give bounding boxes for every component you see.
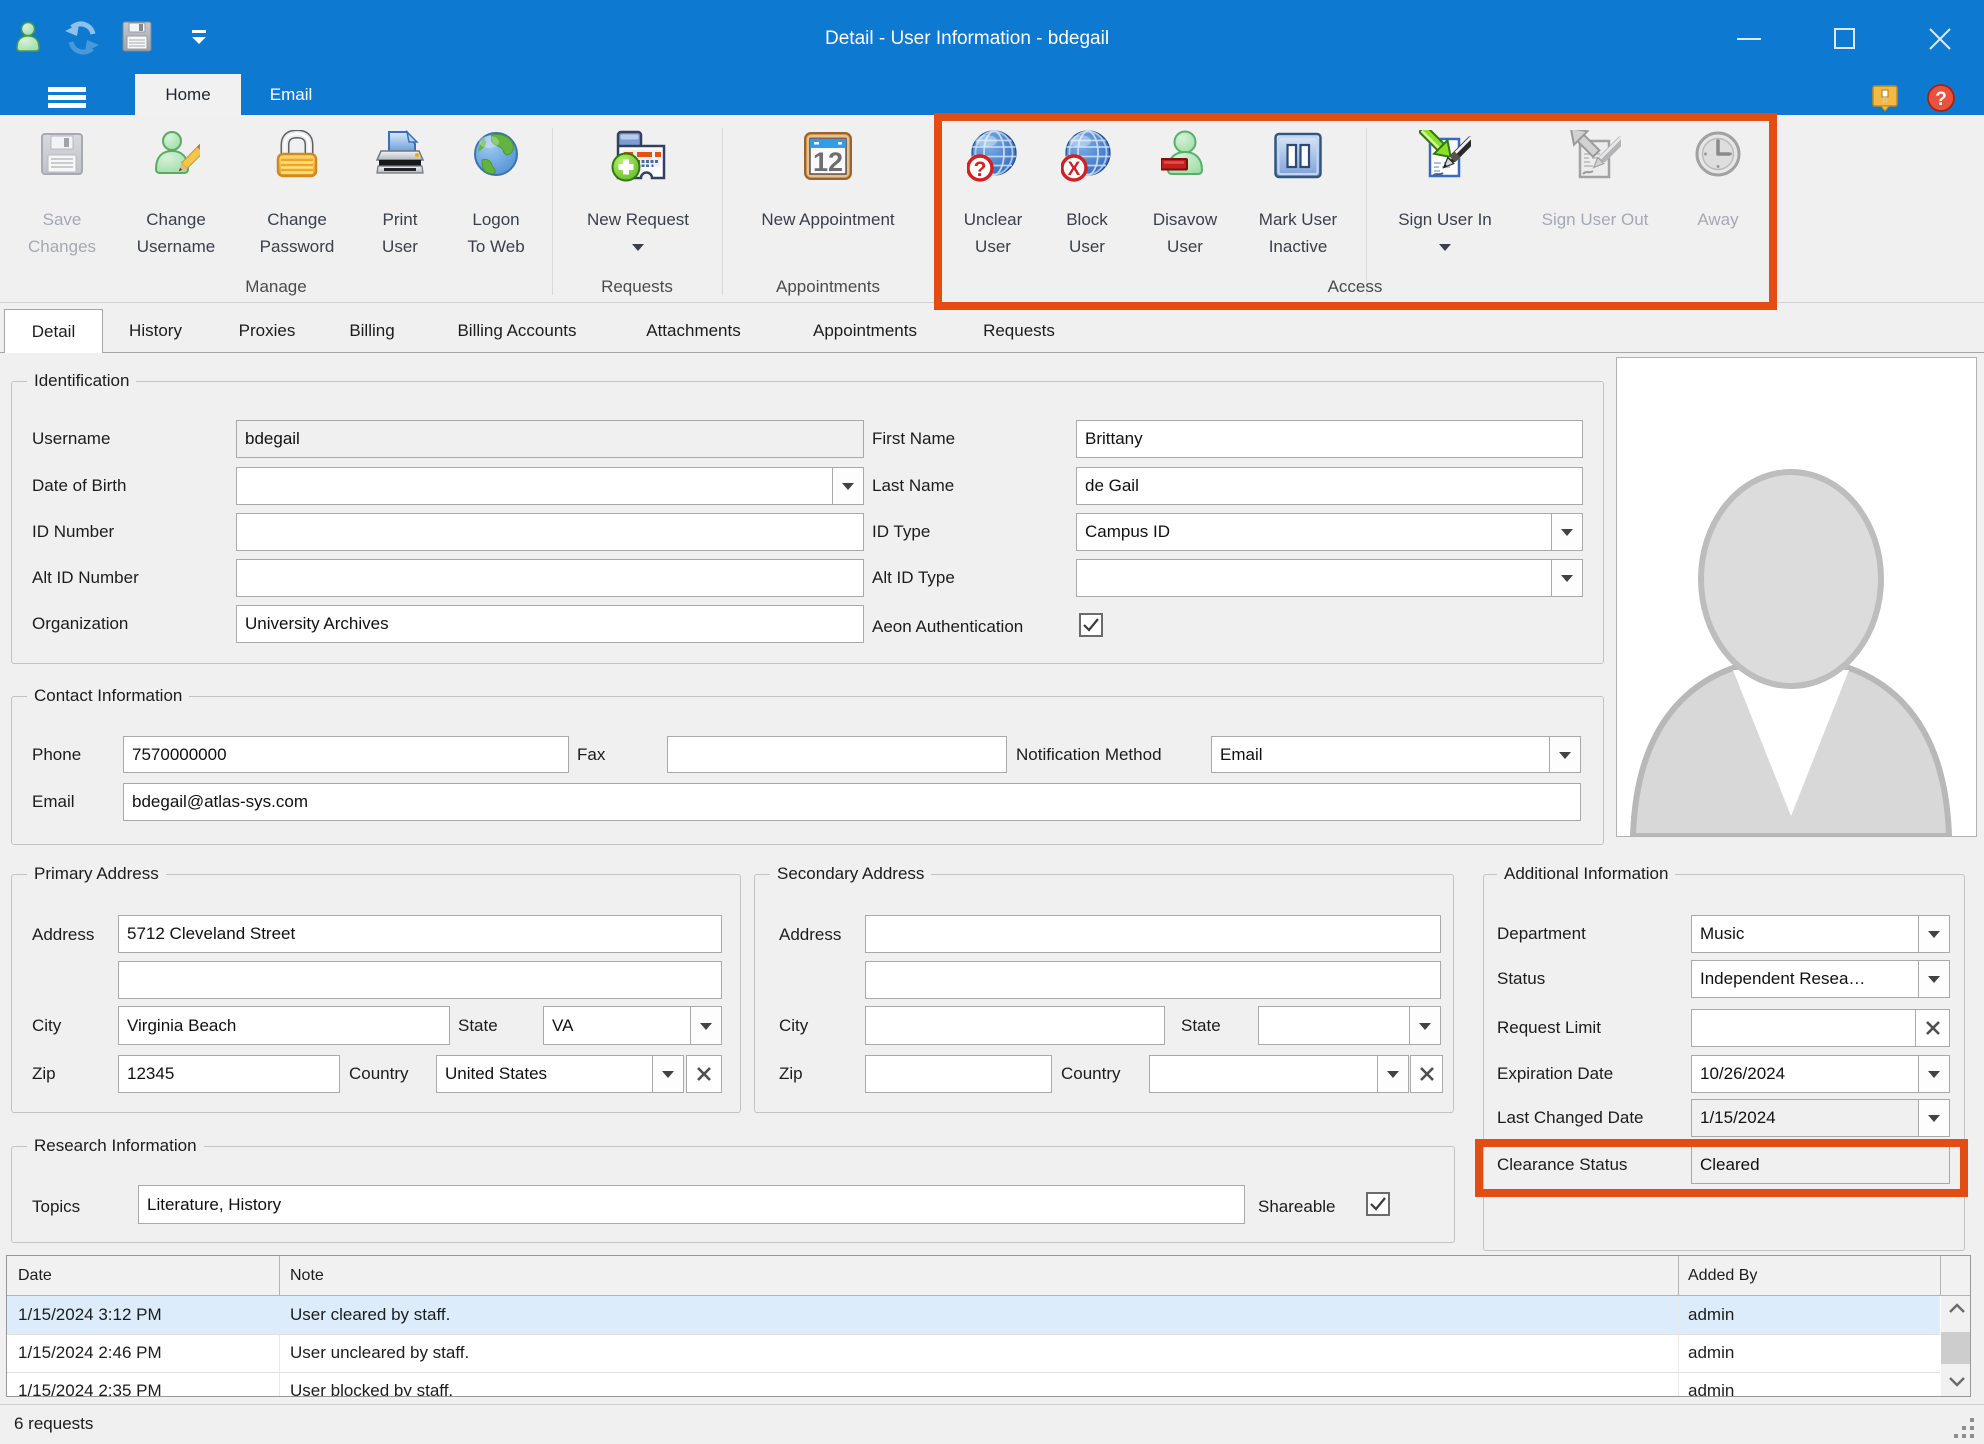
svg-text:?: ? [1935,89,1947,110]
svg-text:12: 12 [813,147,843,177]
